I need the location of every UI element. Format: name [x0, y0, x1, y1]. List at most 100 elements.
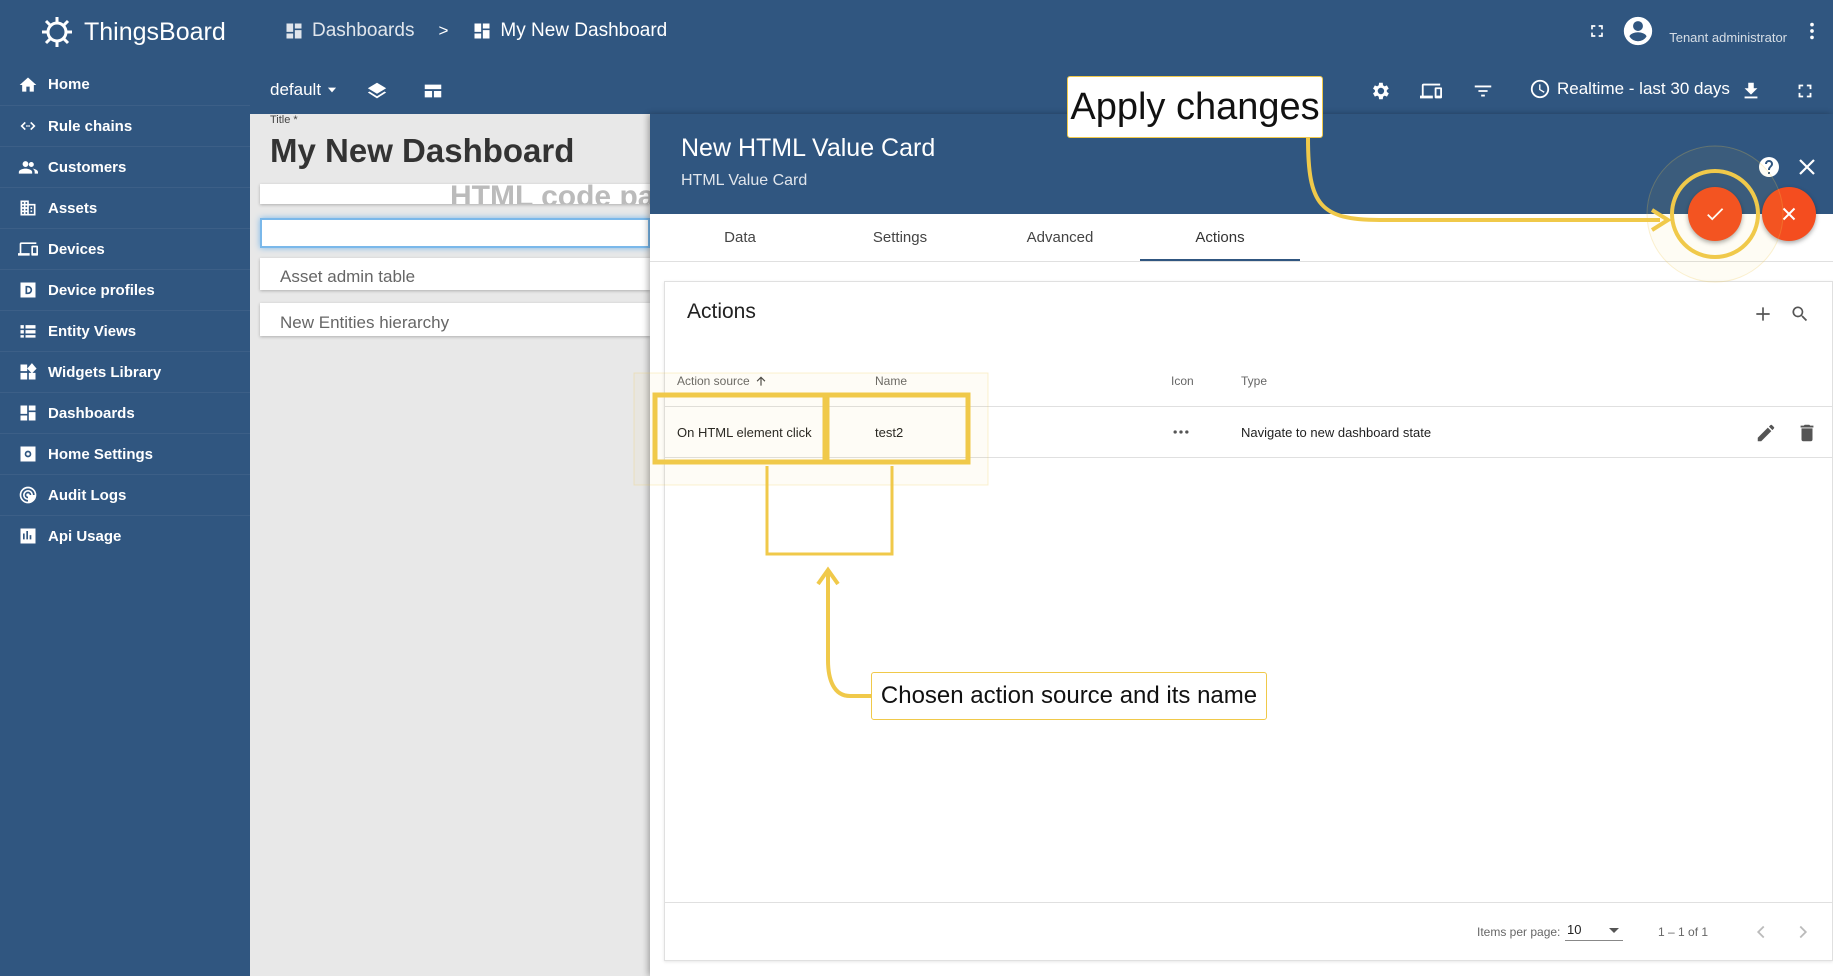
dashboard-toolbar: default Realtime - last 30 days: [250, 74, 1833, 114]
state-select[interactable]: default: [270, 80, 339, 100]
help-icon[interactable]: [1757, 155, 1781, 179]
tab-actions[interactable]: Actions: [1140, 214, 1300, 261]
chevron-left-icon[interactable]: [1750, 921, 1772, 943]
home-icon: [19, 77, 37, 92]
clock-icon: [1530, 79, 1550, 99]
sidebar-item-api-usage[interactable]: Api Usage: [0, 515, 250, 556]
dashboards-icon: [20, 405, 36, 421]
cell-type: Navigate to new dashboard state: [1241, 424, 1432, 440]
add-icon[interactable]: [1753, 304, 1773, 324]
check-icon: [1707, 208, 1724, 221]
entity-views-icon: [20, 325, 36, 338]
column-action-source[interactable]: Action source: [677, 355, 832, 406]
rule-chain-icon: [20, 121, 36, 131]
settings-gear-icon[interactable]: [1369, 80, 1391, 107]
sidebar-item-devices[interactable]: Devices: [0, 228, 250, 269]
cell-action-source: On HTML element click: [677, 424, 812, 440]
sidebar-item-label: Widgets Library: [48, 363, 162, 381]
sidebar-item-home-settings[interactable]: Home Settings: [0, 433, 250, 474]
close-icon[interactable]: [1795, 155, 1819, 179]
widget-title: New Entities hierarchy: [280, 313, 450, 332]
devices-icon[interactable]: [1420, 80, 1442, 107]
widget-title: Asset admin table: [280, 267, 416, 286]
dashboard-canvas: Title * My New Dashboard HTML code pa As…: [250, 114, 650, 976]
sidebar-nav: Home Rule chains Customers Assets Device…: [0, 64, 250, 556]
breadcrumb-dashboards[interactable]: Dashboards: [284, 20, 414, 42]
more-vert-icon[interactable]: [1801, 20, 1823, 42]
timewindow-selector[interactable]: Realtime - last 30 days: [1529, 78, 1730, 100]
assets-icon: [20, 200, 36, 216]
tab-advanced[interactable]: Advanced: [980, 214, 1140, 261]
chevron-right-icon[interactable]: [1792, 921, 1814, 943]
sidebar-item-audit-logs[interactable]: Audit Logs: [0, 474, 250, 515]
table-header: Action source Name Icon Type: [665, 355, 1832, 407]
column-label: Action source: [677, 373, 750, 388]
search-icon[interactable]: [1790, 304, 1810, 324]
panel-tabs: Data Settings Advanced Actions: [650, 214, 1833, 262]
sidebar-item-label: Api Usage: [48, 527, 122, 545]
download-icon[interactable]: [1740, 80, 1762, 107]
sidebar-item-label: Home: [48, 76, 90, 93]
sidebar-item-customers[interactable]: Customers: [0, 146, 250, 187]
fullscreen-icon[interactable]: [1794, 80, 1816, 107]
decline-changes-button[interactable]: [1762, 187, 1816, 241]
sidebar-item-label: Devices: [48, 240, 105, 258]
apply-changes-annotation: Apply changes: [1067, 76, 1323, 138]
breadcrumb-current: My New Dashboard: [472, 20, 667, 42]
chosen-action-annotation: Chosen action source and its name: [871, 672, 1267, 720]
devices-icon: [18, 242, 38, 256]
apply-changes-button[interactable]: [1688, 187, 1742, 241]
table-row[interactable]: On HTML element click test2 Navigate to …: [665, 407, 1832, 458]
column-icon[interactable]: Icon: [1171, 355, 1194, 406]
user-area: Tenant administrator: [1587, 14, 1823, 48]
panel-title: New HTML Value Card: [681, 134, 936, 162]
top-bar: Dashboards > My New Dashboard Tenant adm…: [250, 0, 1833, 114]
sidebar-item-widgets-library[interactable]: Widgets Library: [0, 351, 250, 392]
tab-data[interactable]: Data: [660, 214, 820, 261]
layers-icon[interactable]: [366, 80, 388, 107]
sidebar-item-assets[interactable]: Assets: [0, 187, 250, 228]
dashboard-title[interactable]: My New Dashboard: [270, 132, 574, 170]
filter-icon[interactable]: [1472, 80, 1494, 107]
sidebar-item-label: Home Settings: [48, 445, 154, 463]
tab-settings[interactable]: Settings: [820, 214, 980, 261]
widget-html-card[interactable]: HTML code pa: [260, 184, 650, 204]
column-name[interactable]: Name: [875, 355, 907, 406]
arrow-up-icon: [756, 375, 766, 386]
widget-entities-hierarchy[interactable]: New Entities hierarchy: [260, 303, 650, 336]
dashboard-title-label: Title *: [270, 114, 298, 126]
sidebar: ThingsBoard Home Rule chains Customers A…: [0, 0, 250, 976]
thingsboard-logo-icon: [42, 17, 72, 47]
widgets-icon: [20, 363, 37, 380]
edit-icon[interactable]: [1755, 422, 1777, 444]
sidebar-item-device-profiles[interactable]: Device profiles: [0, 269, 250, 310]
sidebar-item-rule-chains[interactable]: Rule chains: [0, 105, 250, 146]
app-name: ThingsBoard: [84, 17, 226, 46]
paginator: Items per page: 10 1 – 1 of 1: [665, 902, 1832, 961]
state-value: default: [270, 80, 322, 99]
fullscreen-icon[interactable]: [1587, 21, 1607, 41]
cell-name: test2: [875, 424, 904, 440]
account-circle-icon[interactable]: [1621, 14, 1655, 48]
breadcrumb-separator: >: [438, 21, 449, 40]
items-per-page-select[interactable]: 10: [1565, 919, 1623, 941]
sidebar-item-label: Device profiles: [48, 281, 155, 299]
sidebar-item-home[interactable]: Home: [0, 64, 250, 105]
app-logo[interactable]: ThingsBoard: [0, 0, 250, 64]
breadcrumb-label: My New Dashboard: [500, 20, 668, 41]
sidebar-item-label: Entity Views: [48, 322, 137, 340]
user-role: Tenant administrator: [1669, 29, 1787, 45]
api-usage-icon: [20, 528, 36, 544]
actions-card: Actions Action source Name Icon Type On …: [664, 281, 1833, 961]
widget-input-card[interactable]: [260, 218, 650, 248]
widget-asset-admin-table[interactable]: Asset admin table: [260, 258, 650, 290]
sidebar-item-entity-views[interactable]: Entity Views: [0, 310, 250, 351]
timewindow-label: Realtime - last 30 days: [1557, 79, 1730, 98]
column-type[interactable]: Type: [1241, 355, 1267, 406]
more-horiz-icon: [1173, 430, 1189, 434]
sidebar-item-label: Customers: [48, 158, 127, 176]
sidebar-item-dashboards[interactable]: Dashboards: [0, 392, 250, 433]
delete-icon[interactable]: [1796, 422, 1818, 444]
widget-edit-panel: New HTML Value Card HTML Value Card Data…: [650, 114, 1833, 976]
layout-icon[interactable]: [422, 80, 444, 107]
